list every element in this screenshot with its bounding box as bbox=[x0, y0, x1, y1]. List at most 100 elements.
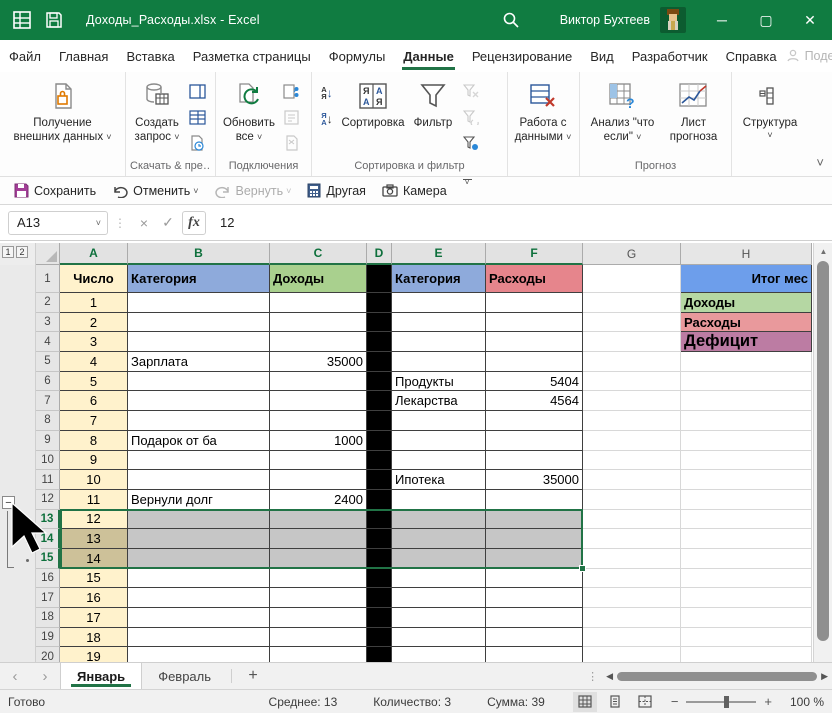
cell-E20[interactable] bbox=[392, 647, 486, 662]
sort-descending-icon[interactable]: ЯА↓ bbox=[316, 108, 338, 130]
cell-F15[interactable] bbox=[486, 549, 583, 569]
cell-G5[interactable] bbox=[583, 352, 681, 372]
cell-D17[interactable] bbox=[367, 588, 392, 608]
cell-A1[interactable]: Число bbox=[60, 265, 128, 293]
zoom-out-button[interactable]: − bbox=[671, 694, 679, 709]
cell-A16[interactable]: 15 bbox=[60, 569, 128, 589]
cell-G15[interactable] bbox=[583, 549, 681, 569]
cell-C7[interactable] bbox=[270, 391, 367, 411]
sheet-tab-january[interactable]: Январь bbox=[60, 663, 142, 689]
cell-F10[interactable] bbox=[486, 451, 583, 471]
cell-E13[interactable] bbox=[392, 510, 486, 530]
cell-B19[interactable] bbox=[128, 628, 270, 648]
cell-B18[interactable] bbox=[128, 608, 270, 628]
stat-sum[interactable]: Сумма: 39 bbox=[487, 695, 545, 709]
row-header-20[interactable]: 20 bbox=[36, 647, 60, 662]
share-button[interactable]: Поделиться bbox=[786, 49, 832, 63]
new-query-button[interactable]: Создать запрос ˅ bbox=[130, 76, 184, 145]
cell-D3[interactable] bbox=[367, 313, 392, 333]
cell-H9[interactable] bbox=[681, 431, 812, 451]
cell-G13[interactable] bbox=[583, 510, 681, 530]
cell-E18[interactable] bbox=[392, 608, 486, 628]
row-header-13[interactable]: 13 bbox=[36, 510, 60, 530]
column-header-G[interactable]: G bbox=[583, 243, 681, 265]
cell-F19[interactable] bbox=[486, 628, 583, 648]
row-header-9[interactable]: 9 bbox=[36, 431, 60, 451]
clear-filter-icon[interactable] bbox=[460, 80, 482, 102]
cell-H12[interactable] bbox=[681, 490, 812, 510]
cell-H13[interactable] bbox=[681, 510, 812, 530]
row-header-7[interactable]: 7 bbox=[36, 391, 60, 411]
sort-button[interactable]: ЯААЯ Сортировка bbox=[340, 76, 406, 130]
sheet-tab-february[interactable]: Февраль bbox=[142, 663, 227, 689]
tabbar-splitter[interactable]: ⋮ bbox=[587, 670, 598, 683]
cell-G1[interactable] bbox=[583, 265, 681, 293]
scroll-left-icon[interactable]: ◀ bbox=[606, 671, 613, 682]
cell-A11[interactable]: 10 bbox=[60, 470, 128, 490]
from-table-icon[interactable] bbox=[186, 106, 208, 128]
cell-H17[interactable] bbox=[681, 588, 812, 608]
cell-A6[interactable]: 5 bbox=[60, 372, 128, 392]
insert-function-icon[interactable]: fx bbox=[182, 211, 206, 235]
cell-D18[interactable] bbox=[367, 608, 392, 628]
cell-A17[interactable]: 16 bbox=[60, 588, 128, 608]
cell-B14[interactable] bbox=[128, 529, 270, 549]
tab-review[interactable]: Рецензирование bbox=[463, 40, 581, 72]
cell-H5[interactable] bbox=[681, 352, 812, 372]
cell-D6[interactable] bbox=[367, 372, 392, 392]
cell-F11[interactable]: 35000 bbox=[486, 470, 583, 490]
cancel-entry-icon[interactable]: × bbox=[132, 211, 156, 235]
cell-C8[interactable] bbox=[270, 411, 367, 431]
cell-D5[interactable] bbox=[367, 352, 392, 372]
page-layout-view-icon[interactable] bbox=[603, 692, 627, 712]
show-queries-icon[interactable] bbox=[186, 80, 208, 102]
tab-page-layout[interactable]: Разметка страницы bbox=[184, 40, 320, 72]
cell-C20[interactable] bbox=[270, 647, 367, 662]
cell-G20[interactable] bbox=[583, 647, 681, 662]
cell-B13[interactable] bbox=[128, 510, 270, 530]
cell-A9[interactable]: 8 bbox=[60, 431, 128, 451]
cell-E19[interactable] bbox=[392, 628, 486, 648]
cell-H8[interactable] bbox=[681, 411, 812, 431]
cell-D19[interactable] bbox=[367, 628, 392, 648]
cell-G10[interactable] bbox=[583, 451, 681, 471]
cell-E8[interactable] bbox=[392, 411, 486, 431]
redo-button[interactable]: Вернуть ˅ bbox=[209, 179, 298, 203]
namebox-splitter[interactable]: ⋮ bbox=[114, 216, 126, 230]
cell-A5[interactable]: 4 bbox=[60, 352, 128, 372]
advanced-filter-icon[interactable] bbox=[460, 132, 482, 154]
name-box[interactable]: A13 ˅ bbox=[8, 211, 108, 235]
forecast-sheet-button[interactable]: Лист прогноза bbox=[662, 76, 726, 145]
cell-D2[interactable] bbox=[367, 293, 392, 313]
cell-H10[interactable] bbox=[681, 451, 812, 471]
minimize-button[interactable]: ─ bbox=[700, 0, 744, 40]
cell-C19[interactable] bbox=[270, 628, 367, 648]
cell-F7[interactable]: 4564 bbox=[486, 391, 583, 411]
cell-G12[interactable] bbox=[583, 490, 681, 510]
cell-A7[interactable]: 6 bbox=[60, 391, 128, 411]
outline-button[interactable]: Структура ˅ bbox=[736, 76, 804, 142]
scroll-up-icon[interactable]: ▲ bbox=[814, 243, 832, 259]
cell-D4[interactable] bbox=[367, 332, 392, 352]
stat-count[interactable]: Количество: 3 bbox=[373, 695, 451, 709]
cell-G4[interactable] bbox=[583, 332, 681, 352]
cell-G14[interactable] bbox=[583, 529, 681, 549]
cell-B17[interactable] bbox=[128, 588, 270, 608]
cell-F14[interactable] bbox=[486, 529, 583, 549]
save-icon[interactable] bbox=[44, 10, 64, 30]
cell-D10[interactable] bbox=[367, 451, 392, 471]
row-header-11[interactable]: 11 bbox=[36, 470, 60, 490]
search-icon[interactable] bbox=[502, 11, 520, 29]
account-name[interactable]: Виктор Бухтеев bbox=[560, 13, 650, 27]
cell-H20[interactable] bbox=[681, 647, 812, 662]
cell-F16[interactable] bbox=[486, 569, 583, 589]
row-header-15[interactable]: 15 bbox=[36, 549, 60, 569]
sort-ascending-icon[interactable]: АЯ↓ bbox=[316, 82, 338, 104]
vertical-scrollbar[interactable]: ▲ bbox=[813, 243, 832, 662]
cell-D1[interactable] bbox=[367, 265, 392, 293]
cell-B12[interactable]: Вернули долг bbox=[128, 490, 270, 510]
cell-E4[interactable] bbox=[392, 332, 486, 352]
collapse-ribbon-icon[interactable]: ˅ bbox=[816, 155, 824, 170]
cell-D11[interactable] bbox=[367, 470, 392, 490]
tab-developer[interactable]: Разработчик bbox=[623, 40, 717, 72]
